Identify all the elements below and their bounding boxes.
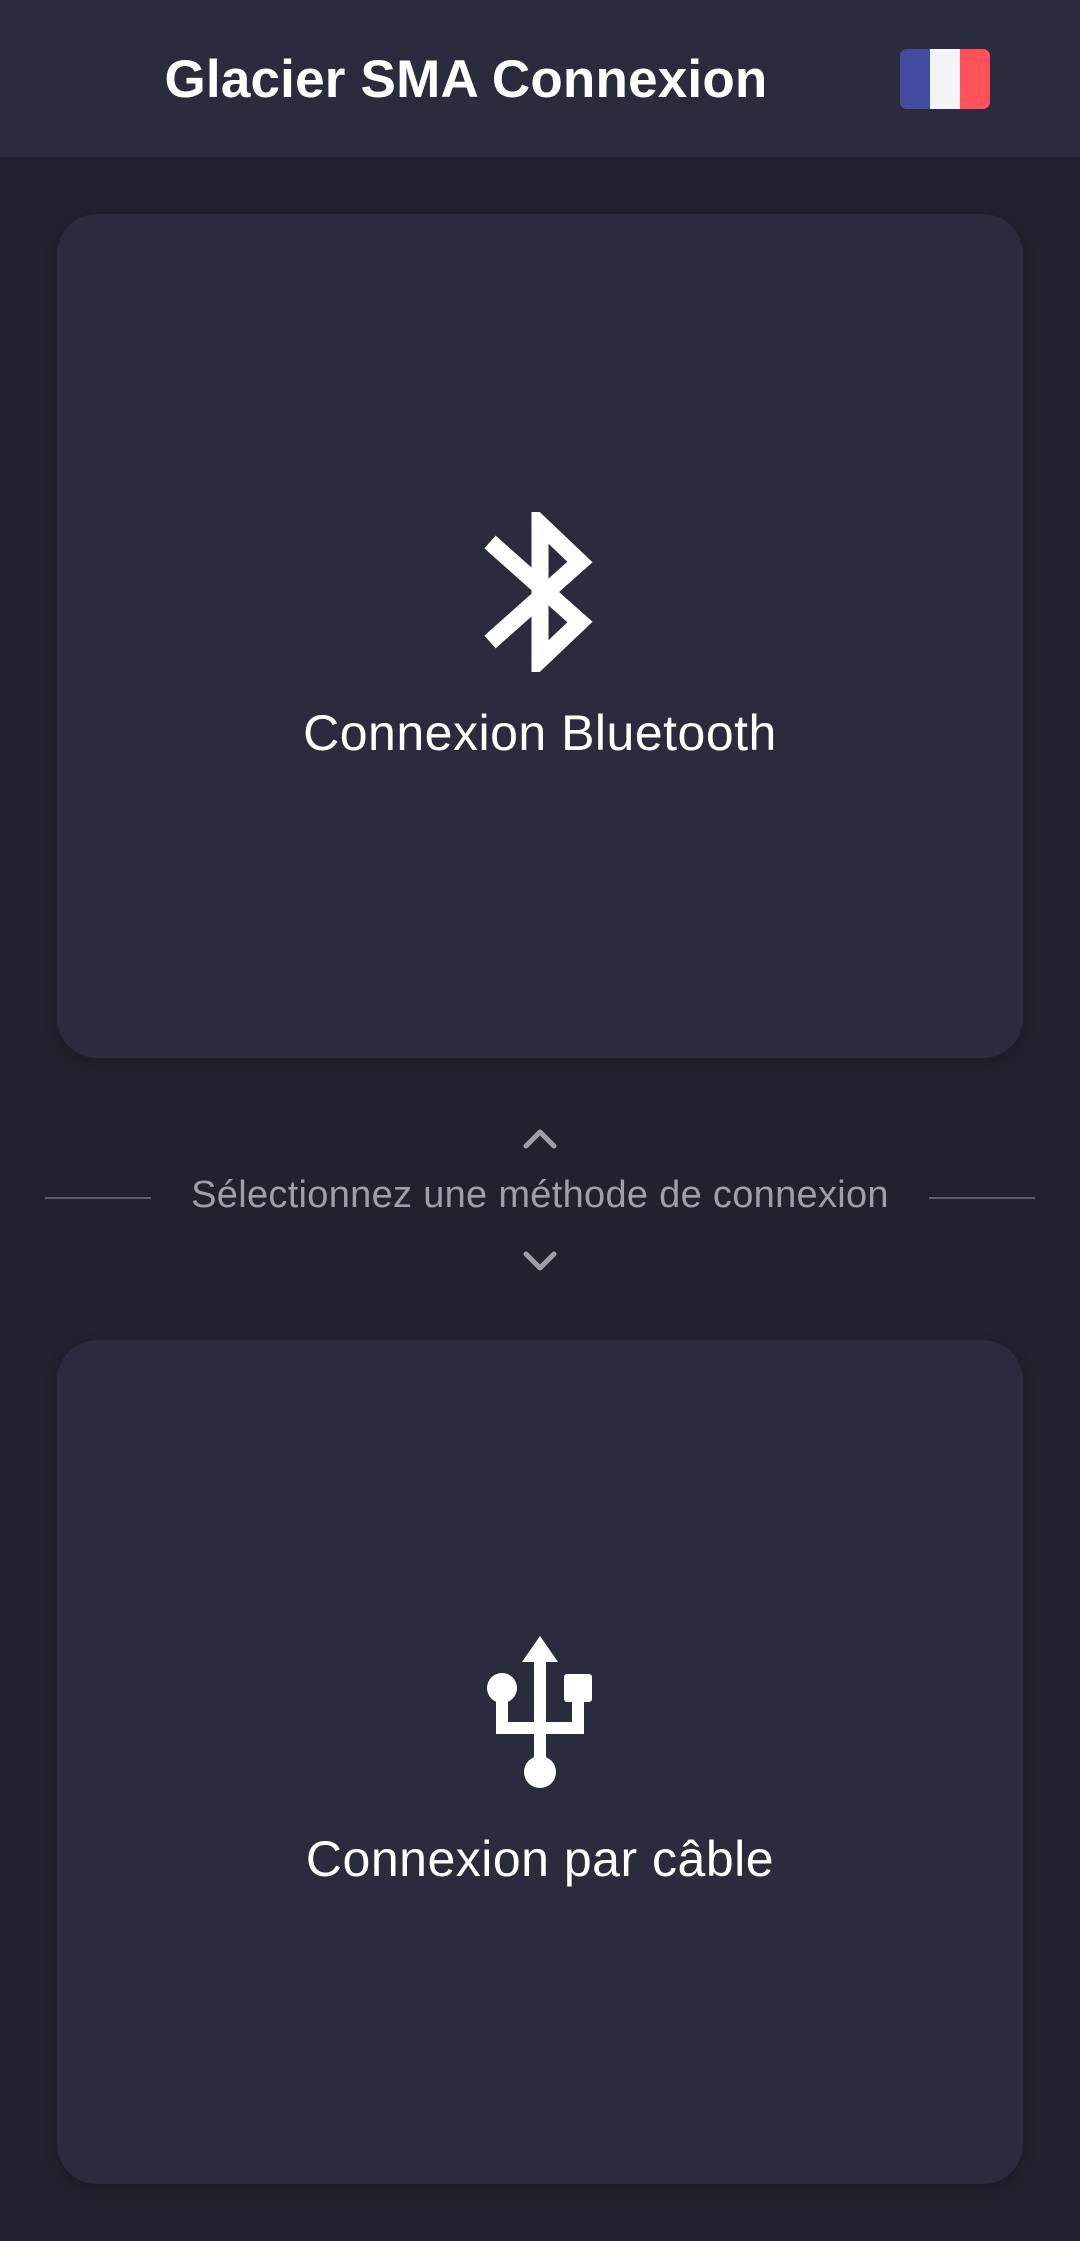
france-flag-icon[interactable] (900, 49, 990, 109)
bluetooth-connection-card[interactable]: Connexion Bluetooth (57, 214, 1023, 1058)
page-title: Glacier SMA Connexion (164, 50, 768, 109)
bluetooth-icon (484, 512, 593, 672)
chevron-down-icon (523, 1251, 557, 1271)
flag-stripe-white (930, 49, 960, 109)
chevron-up-icon (523, 1129, 557, 1149)
divider-line-left (45, 1197, 151, 1199)
divider-line-right (929, 1197, 1035, 1199)
flag-stripe-red (960, 49, 990, 109)
bluetooth-connection-label: Connexion Bluetooth (303, 705, 777, 761)
app-bar: Glacier SMA Connexion (0, 0, 1080, 157)
usb-icon (487, 1636, 592, 1788)
select-method-text: Sélectionnez une méthode de connexion (191, 1174, 889, 1216)
flag-stripe-blue (900, 49, 930, 109)
cable-connection-label: Connexion par câble (305, 1831, 775, 1887)
cable-connection-card[interactable]: Connexion par câble (57, 1340, 1023, 2184)
app-root: Glacier SMA Connexion Connexion Bluetoot… (0, 0, 1080, 2241)
